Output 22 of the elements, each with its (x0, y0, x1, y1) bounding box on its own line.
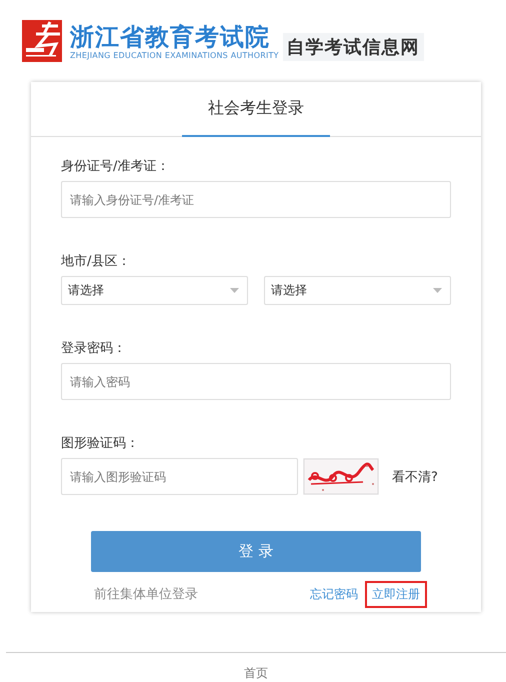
link[interactable]: 立即注册 (365, 580, 427, 608)
site-name: 自学考试信息网 (282, 33, 424, 61)
logo-icon (22, 20, 62, 62)
input-field[interactable]: 请输入密码 (61, 363, 451, 400)
login-button[interactable]: 登 录 (91, 531, 421, 572)
field-label: 身份证号/准考证： (61, 159, 170, 175)
caret-icon (433, 288, 442, 293)
footer-link[interactable]: 首页 (244, 665, 268, 682)
site-title: 浙江省教育考试院 (70, 22, 271, 50)
login-tab[interactable]: 社会考生登录 (182, 82, 330, 137)
link[interactable]: 忘记密码 (303, 580, 365, 608)
link[interactable]: 前往集体单位登录 (87, 580, 205, 608)
refresh-captcha-link[interactable]: 看不清? (392, 468, 438, 486)
caret-icon (230, 288, 239, 293)
input-field[interactable]: 请输入身份证号/准考证 (61, 181, 451, 218)
select-dropdown[interactable]: 请选择 (264, 276, 451, 305)
field-label: 地市/县区： (61, 254, 132, 270)
site-subtitle: ZHEJIANG EDUCATION EXAMINATIONS AUTHORITY (70, 50, 279, 60)
input-field[interactable]: 请输入图形验证码 (61, 458, 298, 495)
field-label: 图形验证码： (61, 436, 140, 452)
select-dropdown[interactable]: 请选择 (61, 276, 248, 305)
field-label: 登录密码： (61, 341, 127, 357)
